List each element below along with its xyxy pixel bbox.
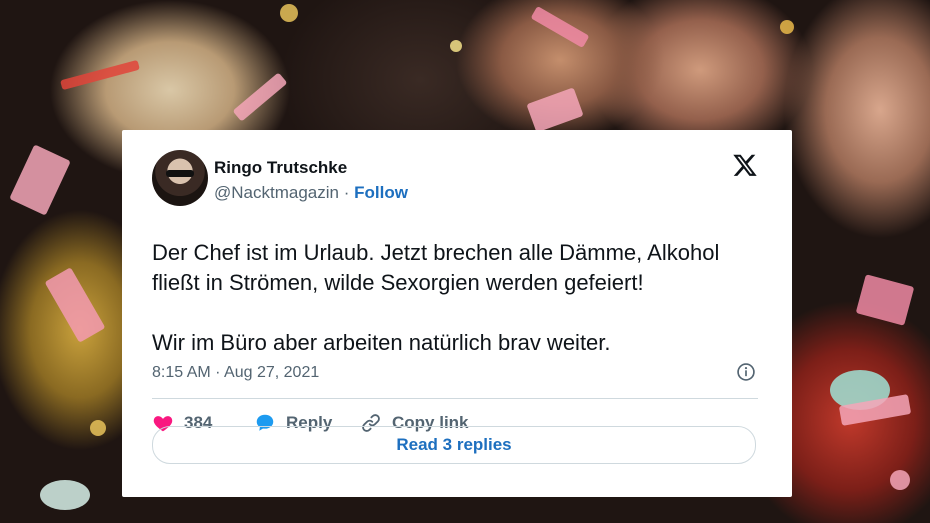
sunglasses-icon bbox=[166, 170, 194, 177]
follow-button[interactable]: Follow bbox=[354, 183, 408, 202]
tweet-text-paragraph-2: Wir im Büro aber arbeiten natürlich brav… bbox=[152, 330, 611, 355]
tweet-timestamp[interactable]: 8:15 AM · Aug 27, 2021 bbox=[152, 364, 319, 382]
avatar[interactable] bbox=[152, 150, 208, 206]
read-replies-button[interactable]: Read 3 replies bbox=[152, 426, 756, 464]
tweet-embed-card: Ringo Trutschke @Nacktmagazin · Follow D… bbox=[122, 130, 792, 497]
author-handle[interactable]: @Nacktmagazin bbox=[214, 183, 339, 202]
x-logo-icon[interactable] bbox=[732, 152, 758, 178]
separator-dot: · bbox=[343, 183, 350, 202]
divider bbox=[152, 398, 758, 399]
tweet-text: Der Chef ist im Urlaub. Jetzt brechen al… bbox=[152, 238, 772, 358]
author-name[interactable]: Ringo Trutschke bbox=[214, 158, 347, 178]
info-icon[interactable] bbox=[736, 362, 756, 382]
tweet-text-paragraph-1: Der Chef ist im Urlaub. Jetzt brechen al… bbox=[152, 240, 720, 295]
author-handle-row: @Nacktmagazin · Follow bbox=[214, 183, 408, 203]
